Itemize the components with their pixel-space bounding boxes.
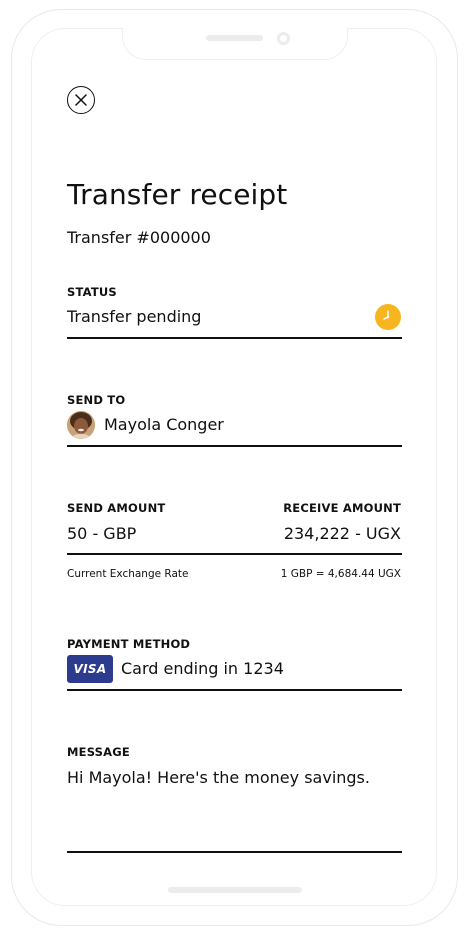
transfer-id: Transfer #000000	[67, 228, 211, 247]
card-description: Card ending in 1234	[121, 659, 284, 678]
phone-speaker	[206, 35, 263, 41]
recipient-name: Mayola Conger	[104, 415, 224, 434]
amount-divider	[67, 553, 402, 555]
status-divider	[67, 337, 402, 339]
status-label: STATUS	[67, 285, 117, 299]
status-value: Transfer pending	[67, 307, 202, 326]
message-text: Hi Mayola! Here's the money savings.	[67, 768, 370, 787]
receive-amount-label: RECEIVE AMOUNT	[283, 501, 401, 515]
exchange-rate-label: Current Exchange Rate	[67, 568, 189, 580]
message-divider	[67, 851, 402, 853]
close-icon	[75, 94, 87, 106]
clock-icon	[375, 304, 401, 330]
send-to-label: SEND TO	[67, 393, 126, 407]
message-label: MESSAGE	[67, 745, 130, 759]
close-button[interactable]	[67, 86, 95, 114]
phone-camera	[277, 32, 290, 45]
exchange-rate-value: 1 GBP = 4,684.44 UGX	[280, 568, 401, 580]
home-indicator[interactable]	[168, 887, 302, 893]
avatar	[67, 411, 95, 439]
phone-notch	[122, 28, 348, 60]
receive-amount-value: 234,222 - UGX	[283, 524, 401, 543]
page-title: Transfer receipt	[67, 178, 288, 211]
send-amount-value: 50 - GBP	[67, 524, 137, 543]
visa-card-icon: VISA	[67, 655, 113, 683]
payment-method-label: PAYMENT METHOD	[67, 637, 191, 651]
payment-divider	[67, 689, 402, 691]
send-amount-label: SEND AMOUNT	[67, 501, 166, 515]
send-to-divider	[67, 445, 402, 447]
